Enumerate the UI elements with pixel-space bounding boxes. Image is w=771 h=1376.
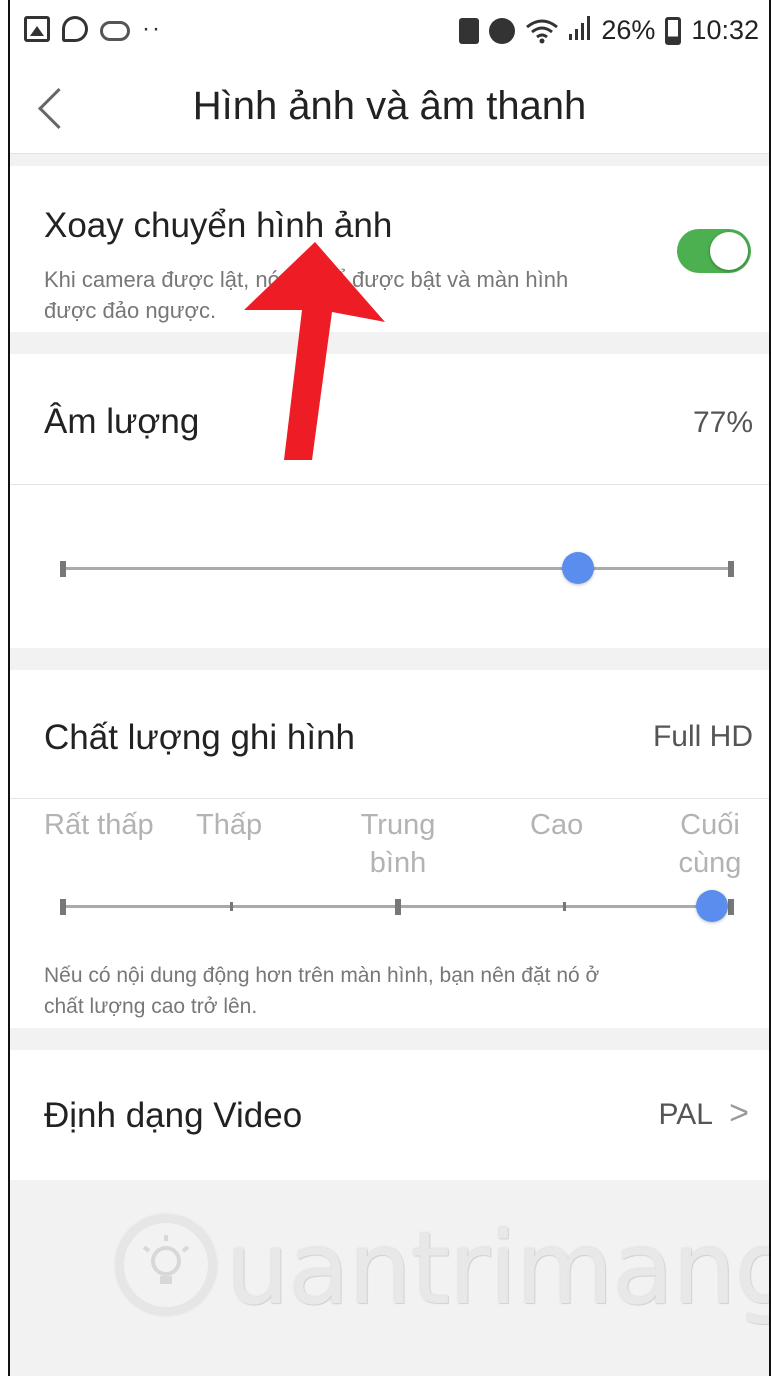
quality-level-high[interactable]: Cao	[530, 806, 583, 844]
quality-slider-thumb[interactable]	[696, 890, 728, 922]
divider	[10, 484, 769, 485]
clock: 10:32	[691, 15, 759, 45]
quality-note-line2: chất lượng cao trở lên.	[44, 995, 258, 1018]
signal-icon	[569, 14, 591, 47]
more-dots-icon: ··	[142, 15, 162, 42]
video-format-setting[interactable]: Định dạng Video PAL >	[10, 1050, 769, 1180]
lock-icon	[459, 17, 480, 44]
app-header: Hình ảnh và âm thanh	[10, 64, 769, 154]
slider-end-cap	[728, 899, 734, 915]
volume-label: Âm lượng	[44, 402, 200, 441]
battery-percent: 26%	[601, 15, 656, 45]
page-title: Hình ảnh và âm thanh	[192, 84, 587, 128]
battery-icon	[665, 16, 682, 45]
phone-screen: ·· 26% 10:32 Hình ảnh và âm thanh Xoay c…	[8, 0, 771, 1376]
wifi-icon	[525, 18, 559, 44]
quality-level-labels: Rất thấp Thấp Trung bình Cao Cuối cùng	[10, 798, 769, 918]
volume-slider-thumb[interactable]	[561, 552, 594, 584]
lightbulb-icon	[116, 1215, 216, 1315]
slider-start-cap	[60, 899, 66, 915]
toggle-knob	[710, 232, 748, 270]
quality-slider-track[interactable]	[60, 890, 734, 922]
quality-level-low[interactable]: Thấp	[196, 806, 262, 844]
quality-note: Nếu có nội dung động hơn trên màn hình, …	[44, 960, 599, 1022]
quality-level-medium[interactable]: Trung bình	[350, 806, 446, 882]
volume-value: 77%	[692, 406, 753, 439]
quality-value: Full HD	[652, 720, 753, 753]
volume-slider-track[interactable]	[60, 552, 734, 584]
video-format-value: PAL	[658, 1098, 713, 1131]
quality-note-line1: Nếu có nội dung động hơn trên màn hình, …	[44, 964, 600, 987]
quality-level-very-low[interactable]: Rất thấp	[44, 806, 154, 844]
quality-level-ultimate[interactable]: Cuối cùng	[670, 806, 750, 882]
viber-icon	[62, 16, 88, 42]
gallery-icon	[24, 16, 50, 42]
slider-start-cap	[60, 561, 66, 577]
status-bar: ·· 26% 10:32	[10, 0, 769, 64]
slider-tick	[230, 902, 233, 911]
slider-end-cap	[728, 561, 734, 577]
rotate-image-toggle[interactable]	[677, 229, 751, 273]
red-arrow-annotation	[244, 242, 385, 460]
watermark-text: uantrimang	[226, 1210, 771, 1327]
chevron-right-icon: >	[729, 1094, 749, 1132]
alarm-icon	[489, 17, 516, 44]
quality-label: Chất lượng ghi hình	[44, 718, 356, 757]
recording-quality-setting: Chất lượng ghi hình Full HD Rất thấp Thấ…	[10, 670, 769, 1028]
cloud-sync-icon	[100, 21, 130, 41]
slider-tick	[563, 902, 566, 911]
slider-mid-cap	[395, 899, 401, 915]
video-format-label: Định dạng Video	[44, 1096, 303, 1135]
